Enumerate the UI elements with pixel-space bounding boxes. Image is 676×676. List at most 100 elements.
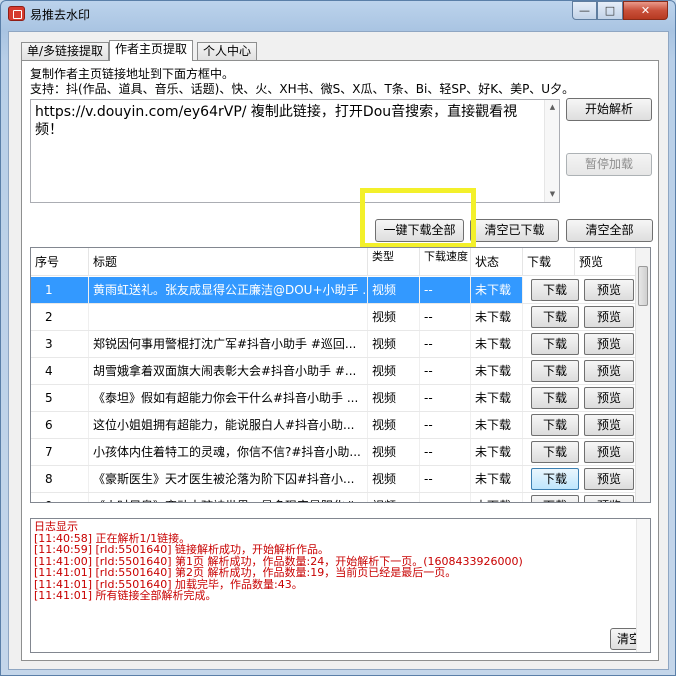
row-download-button[interactable]: 下载	[531, 360, 579, 382]
client-area: 单/多链接提取 作者主页提取 个人中心 复制作者主页链接地址到下面方框中。 支持…	[8, 31, 669, 670]
row-type: 视频	[368, 412, 420, 438]
row-preview-button[interactable]: 预览	[584, 279, 634, 301]
row-index: 7	[31, 439, 89, 465]
tab-personal-center[interactable]: 个人中心	[197, 42, 258, 60]
row-type: 视频	[368, 385, 420, 411]
row-actions: 下载预览	[523, 466, 637, 492]
download-all-button[interactable]: 一键下载全部	[375, 219, 464, 242]
row-status: 未下载	[471, 493, 523, 502]
row-download-button[interactable]: 下载	[531, 306, 579, 328]
header-title[interactable]: 标题	[89, 248, 368, 276]
clear-all-button[interactable]: 清空全部	[566, 219, 653, 242]
row-actions: 下载预览	[523, 277, 637, 303]
row-preview-button[interactable]: 预览	[584, 306, 634, 328]
clear-downloaded-button[interactable]: 清空已下载	[470, 219, 559, 242]
row-download-button[interactable]: 下载	[531, 468, 579, 490]
table-row[interactable]: 9《小时尼奥》变动士孩被世界，是多现实是阴化#...视频--未下载下载预览	[31, 493, 637, 502]
table-row[interactable]: 4 胡雪娥拿着双面旗大闹表彰大会#抖音小助手 #... 视频 -- 未下载 下载 预览	[31, 358, 637, 385]
row-actions: 下载预览	[523, 385, 637, 411]
table-row[interactable]: 7 小孩体内住着特工的灵魂，你信不信?#抖音小助... 视频 -- 未下载 下载 预览	[31, 439, 637, 466]
row-preview-button[interactable]: 预览	[584, 333, 634, 355]
table-row[interactable]: 8 《豪斯医生》天才医生被沦落为阶下囚#抖音小... 视频 -- 未下载 下载 预览	[31, 466, 637, 493]
row-download-button[interactable]: 下载	[531, 333, 579, 355]
scroll-up-icon[interactable]: ▲	[545, 100, 559, 115]
row-status: 未下载	[471, 412, 523, 438]
row-actions: 下载预览	[523, 439, 637, 465]
tab-single-multi-link[interactable]: 单/多链接提取	[21, 42, 110, 60]
row-index: 1	[31, 277, 89, 303]
scroll-down-icon[interactable]: ▼	[545, 187, 559, 202]
log-line: [11:41:01] 所有链接全部解析完成。	[34, 589, 217, 602]
row-index: 3	[31, 331, 89, 357]
table-row[interactable]: 2 视频 -- 未下载 下载 预览	[31, 304, 637, 331]
row-speed: --	[420, 466, 471, 492]
maximize-button[interactable]: □	[597, 1, 623, 20]
log-scrollbar[interactable]	[636, 519, 650, 652]
row-title: 《泰坦》假如有超能力你会干什么#抖音小助手 ...	[89, 385, 368, 411]
header-download[interactable]: 下载	[523, 248, 575, 276]
table-row[interactable]: 1 黄雨虹送礼。张友成显得公正廉洁@DOU+小助手 ... 视频 -- 未下载 下载 预览	[31, 277, 637, 304]
row-download-button[interactable]: 下载	[531, 414, 579, 436]
url-input[interactable]	[31, 100, 545, 202]
row-type: 视频	[368, 466, 420, 492]
header-speed[interactable]: 下载速度	[420, 248, 471, 276]
table-row[interactable]: 6 这位小姐姐拥有超能力，能说服白人#抖音小助... 视频 -- 未下载 下载 预览	[31, 412, 637, 439]
supported-platforms-text: 支持：抖(作品、道具、音乐、话题)、快、火、XH书、微S、X瓜、T条、Bi、轻S…	[30, 82, 575, 96]
table-scroll-thumb[interactable]	[638, 266, 648, 306]
log-lines: [11:40:58] 正在解析1/1链接。 [11:40:59] [rId:550…	[31, 532, 650, 602]
header-preview[interactable]: 预览	[575, 248, 637, 276]
row-type: 视频	[368, 439, 420, 465]
row-index: 2	[31, 304, 89, 330]
header-status[interactable]: 状态	[471, 248, 523, 276]
table-row[interactable]: 3 郑锐因何事用警棍打沈广军#抖音小助手 #巡回... 视频 -- 未下载 下载 预览	[31, 331, 637, 358]
table-row[interactable]: 5 《泰坦》假如有超能力你会干什么#抖音小助手 ... 视频 -- 未下载 下载 预览	[31, 385, 637, 412]
row-title: 小孩体内住着特工的灵魂，你信不信?#抖音小助...	[89, 439, 368, 465]
close-button[interactable]: ✕	[623, 1, 668, 20]
row-preview-button[interactable]: 预览	[584, 441, 634, 463]
row-preview-button[interactable]: 预览	[584, 468, 634, 490]
start-parse-button[interactable]: 开始解析	[566, 98, 652, 121]
row-download-button[interactable]: 下载	[531, 279, 579, 301]
log-panel: 日志显示 [11:40:58] 正在解析1/1链接。 [11:40:59] [rI…	[30, 518, 651, 653]
row-actions: 下载预览	[523, 331, 637, 357]
tab-author-homepage[interactable]: 作者主页提取	[109, 40, 194, 61]
row-download-button[interactable]: 下载	[531, 495, 579, 502]
url-input-box: ▲ ▼	[30, 99, 560, 203]
minimize-button[interactable]: —	[572, 1, 597, 20]
table-scrollbar[interactable]	[635, 248, 650, 502]
url-input-scrollbar[interactable]: ▲ ▼	[544, 100, 559, 202]
header-index[interactable]: 序号	[31, 248, 89, 276]
row-speed: --	[420, 304, 471, 330]
row-actions: 下载预览	[523, 412, 637, 438]
row-status: 未下载	[471, 358, 523, 384]
row-speed: --	[420, 277, 471, 303]
title-bar[interactable]: 易推去水印 — □ ✕	[1, 1, 675, 27]
row-download-button[interactable]: 下载	[531, 441, 579, 463]
row-speed: --	[420, 493, 471, 502]
header-type[interactable]: 类型	[368, 248, 420, 276]
window-title: 易推去水印	[30, 8, 91, 22]
row-type: 视频	[368, 358, 420, 384]
row-type: 视频	[368, 331, 420, 357]
video-list-table: 序号 标题 类型 下载速度 状态 下载 预览 1 黄雨虹送礼。张友成显得公正廉洁@…	[30, 247, 651, 503]
row-type: 视频	[368, 277, 420, 303]
row-type: 视频	[368, 304, 420, 330]
row-title: 《小时尼奥》变动士孩被世界，是多现实是阴化#...	[89, 493, 368, 502]
row-preview-button[interactable]: 预览	[584, 387, 634, 409]
log-line: [11:40:59] [rId:5501640] 链接解析成功，开始解析作品。	[34, 543, 330, 556]
pause-loading-button[interactable]: 暂停加载	[566, 153, 652, 176]
row-index: 6	[31, 412, 89, 438]
row-preview-button[interactable]: 预览	[584, 495, 634, 502]
row-download-button[interactable]: 下载	[531, 387, 579, 409]
author-homepage-panel: 复制作者主页链接地址到下面方框中。 支持：抖(作品、道具、音乐、话题)、快、火、…	[21, 60, 659, 661]
row-index: 4	[31, 358, 89, 384]
row-preview-button[interactable]: 预览	[584, 360, 634, 382]
row-status: 未下载	[471, 385, 523, 411]
table-header: 序号 标题 类型 下载速度 状态 下载 预览	[31, 248, 637, 276]
log-line: [11:41:01] [rId:5501640] 第2页 解析成功，作品数量:1…	[34, 566, 457, 579]
row-title: 黄雨虹送礼。张友成显得公正廉洁@DOU+小助手 ...	[89, 277, 368, 303]
row-preview-button[interactable]: 预览	[584, 414, 634, 436]
row-title: 郑锐因何事用警棍打沈广军#抖音小助手 #巡回...	[89, 331, 368, 357]
row-title: 这位小姐姐拥有超能力，能说服白人#抖音小助...	[89, 412, 368, 438]
row-status: 未下载	[471, 466, 523, 492]
